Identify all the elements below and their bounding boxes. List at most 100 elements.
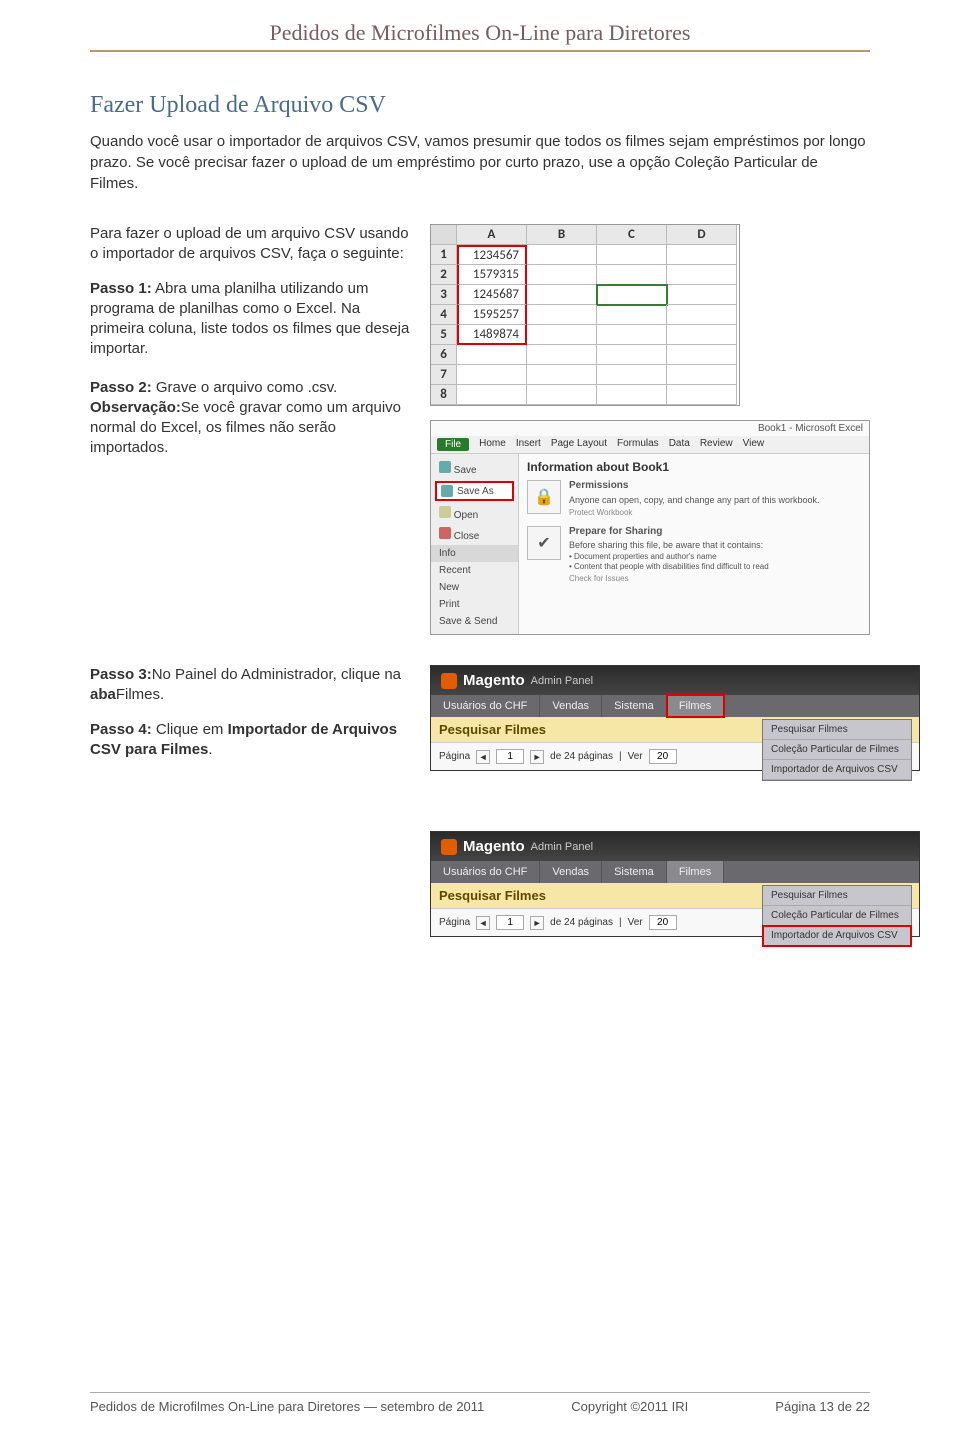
info-heading: Information about Book1 (527, 460, 861, 474)
backstage-new: New (431, 579, 518, 596)
protect-workbook-icon: 🔒 (527, 480, 561, 514)
nav-item: Sistema (602, 695, 667, 717)
nav-item-filmes-highlight: Filmes (667, 695, 724, 717)
filmes-dropdown: Pesquisar Filmes Coleção Particular de F… (762, 885, 912, 947)
dropdown-item-importer-highlight: Importador de Arquivos CSV (763, 926, 911, 946)
cell (597, 265, 667, 285)
magento-brand: Magento (463, 838, 525, 855)
backstage-right-pane: Information about Book1 🔒 Permissions An… (519, 454, 869, 634)
magento-logo-icon (441, 839, 457, 855)
magento-brand-sub: Admin Panel (531, 841, 593, 853)
prepare-bullet-2: • Content that people with disabilities … (569, 562, 861, 572)
close-icon (439, 527, 451, 539)
col-header-B: B (527, 225, 597, 245)
protect-workbook-label: Protect Workbook (569, 508, 861, 518)
nav-item: Usuários do CHF (431, 861, 540, 883)
save-as-icon (441, 485, 453, 497)
col-header-C: C (597, 225, 667, 245)
permissions-title: Permissions (569, 480, 861, 493)
excel-window-title: Book1 - Microsoft Excel (431, 421, 869, 436)
ribbon-item: Page Layout (551, 438, 607, 451)
col-header-D: D (667, 225, 737, 245)
dropdown-item: Pesquisar Filmes (763, 886, 911, 906)
row-header: 3 (431, 285, 457, 305)
cell (527, 385, 597, 405)
row-header: 7 (431, 365, 457, 385)
nav-item: Sistema (602, 861, 667, 883)
cell (667, 385, 737, 405)
row-header: 8 (431, 385, 457, 405)
pager-per-input[interactable] (649, 915, 677, 930)
step4-text: Passo 4: Clique em Importador de Arquivo… (90, 720, 410, 761)
ribbon-item: Home (479, 438, 506, 451)
pager-next-icon: ► (530, 750, 544, 764)
step4-label: Passo 4: (90, 721, 152, 738)
cell-A4: 1595257 (457, 305, 527, 325)
prepare-sharing-title: Prepare for Sharing (569, 526, 861, 539)
magento-logo-icon (441, 673, 457, 689)
open-icon (439, 506, 451, 518)
cell (667, 325, 737, 345)
magento-brand: Magento (463, 672, 525, 689)
prepare-sharing-text: Before sharing this file, be aware that … (569, 540, 763, 550)
cell (597, 245, 667, 265)
cell (667, 265, 737, 285)
ribbon-item: View (743, 438, 765, 451)
footer-center: Copyright ©2011 IRI (571, 1399, 688, 1414)
cell-A6 (457, 345, 527, 365)
cell (527, 365, 597, 385)
cell (597, 345, 667, 365)
step1-label: Passo 1: (90, 280, 152, 297)
pager-next-icon: ► (530, 916, 544, 930)
step1-text: Passo 1: Abra uma planilha utilizando um… (90, 279, 410, 360)
pager-page-input[interactable] (496, 915, 524, 930)
nav-item: Vendas (540, 861, 602, 883)
filmes-dropdown: Pesquisar Filmes Coleção Particular de F… (762, 719, 912, 781)
save-icon (439, 461, 451, 473)
page-header-title: Pedidos de Microfilmes On-Line para Dire… (90, 20, 870, 46)
cell (667, 245, 737, 265)
cell (527, 265, 597, 285)
cell (597, 365, 667, 385)
cell (527, 305, 597, 325)
footer-left: Pedidos de Microfilmes On-Line para Dire… (90, 1399, 484, 1414)
backstage-save-send: Save & Send (431, 613, 518, 630)
ribbon-item: Review (700, 438, 733, 451)
step1-lead: Para fazer o upload de um arquivo CSV us… (90, 224, 410, 265)
cell (597, 385, 667, 405)
cell (667, 305, 737, 325)
dropdown-item: Coleção Particular de Filmes (763, 906, 911, 926)
pager-per-input[interactable] (649, 749, 677, 764)
cell-A7 (457, 365, 527, 385)
row-header: 4 (431, 305, 457, 325)
cell (667, 285, 737, 305)
ribbon-item: Insert (516, 438, 541, 451)
dropdown-item: Pesquisar Filmes (763, 720, 911, 740)
cell-A2: 1579315 (457, 265, 527, 285)
backstage-save-as-highlight: Save As (435, 481, 514, 501)
cell (527, 325, 597, 345)
nav-item: Usuários do CHF (431, 695, 540, 717)
cell-A3: 1245687 (457, 285, 527, 305)
prepare-bullet-1: • Document properties and author's name (569, 552, 861, 562)
cell (597, 305, 667, 325)
permissions-text: Anyone can open, copy, and change any pa… (569, 495, 820, 505)
step3-label: Passo 3: (90, 666, 152, 683)
cell (667, 345, 737, 365)
backstage-save: Save (431, 458, 518, 479)
backstage-open: Open (431, 503, 518, 524)
pager-page-input[interactable] (496, 749, 524, 764)
magento-brand-sub: Admin Panel (531, 675, 593, 687)
row-header: 5 (431, 325, 457, 345)
col-header-A: A (457, 225, 527, 245)
spreadsheet-screenshot: A B C D 11234567215793153124568741595257… (430, 224, 740, 406)
section-title: Fazer Upload de Arquivo CSV (90, 92, 870, 119)
nav-item-filmes: Filmes (667, 861, 724, 883)
cell (527, 345, 597, 365)
cell-A8 (457, 385, 527, 405)
dropdown-item: Coleção Particular de Filmes (763, 740, 911, 760)
cell (527, 285, 597, 305)
intro-paragraph: Quando você usar o importador de arquivo… (90, 131, 870, 194)
excel-backstage-screenshot: Book1 - Microsoft Excel File Home Insert… (430, 420, 870, 635)
cell (667, 365, 737, 385)
